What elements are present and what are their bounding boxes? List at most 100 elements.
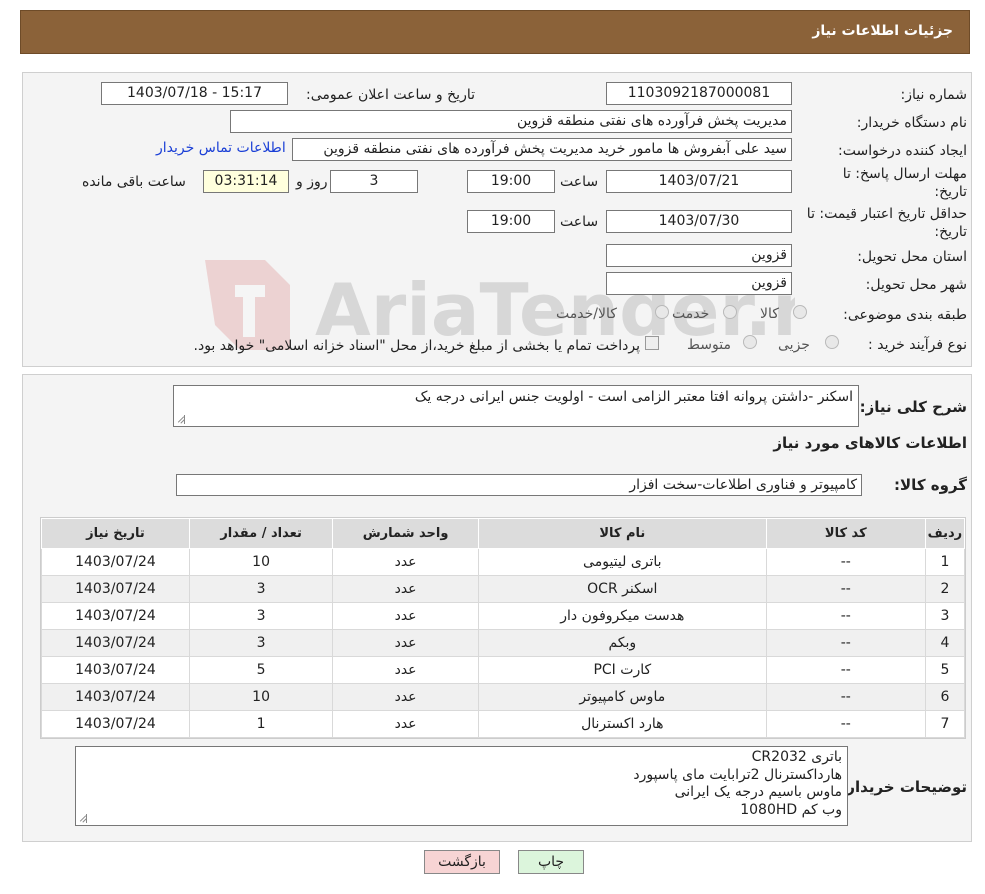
cell-unit: عدد — [332, 548, 479, 576]
province-field: قزوین — [606, 244, 792, 267]
items-table-container: ردیف کد کالا نام کالا واحد شمارش تعداد /… — [40, 517, 966, 739]
need-number-field: 1103092187000081 — [606, 82, 792, 105]
cell-quantity: 3 — [188, 629, 334, 657]
col-header-quantity[interactable]: تعداد / مقدار — [188, 518, 334, 549]
cell-row-number: 6 — [924, 683, 966, 711]
cell-code: -- — [765, 656, 926, 684]
table-row[interactable]: 2 -- اسکنر OCR عدد 3 1403/07/24 — [41, 575, 966, 603]
announce-field: 1403/07/18 - 15:17 — [101, 82, 288, 105]
category-radio-goods-service[interactable] — [655, 305, 669, 319]
cell-unit: عدد — [332, 602, 479, 630]
city-field: قزوین — [606, 272, 792, 295]
col-header-unit[interactable]: واحد شمارش — [332, 518, 479, 549]
goods-title: اطلاعات کالاهای مورد نیاز — [773, 434, 967, 452]
table-row[interactable]: 5 -- کارت PCI عدد 5 1403/07/24 — [41, 656, 966, 684]
contact-info-link[interactable]: اطلاعات تماس خریدار — [156, 140, 286, 156]
buyer-notes-label: توضیحات خریدار: — [840, 778, 967, 796]
category-label: طبقه بندی موضوعی: — [843, 307, 967, 323]
announce-label: تاریخ و ساعت اعلان عمومی: — [306, 87, 475, 103]
process-radio-medium[interactable] — [743, 335, 757, 349]
treasury-checkbox[interactable] — [645, 336, 659, 350]
cell-row-number: 1 — [924, 548, 966, 576]
table-row[interactable]: 6 -- ماوس کامپیوتر عدد 10 1403/07/24 — [41, 683, 966, 711]
buyer-org-label: نام دستگاه خریدار: — [856, 115, 967, 131]
cell-row-number: 7 — [924, 710, 966, 738]
deadline-date-field: 1403/07/21 — [606, 170, 792, 193]
category-radio-goods[interactable] — [793, 305, 807, 319]
buyer-note-line: وب کم 1080HD — [740, 801, 842, 818]
cell-quantity: 3 — [188, 602, 334, 630]
cell-name: ماوس کامپیوتر — [477, 683, 767, 711]
process-label: نوع فرآیند خرید : — [868, 337, 967, 353]
cell-code: -- — [765, 629, 926, 657]
province-label: استان محل تحویل: — [857, 249, 967, 265]
description-textarea[interactable]: اسکنر -داشتن پروانه افتا معتبر الزامی اس… — [173, 385, 859, 427]
validity-date-field: 1403/07/30 — [606, 210, 792, 233]
cell-name: باتری لیتیومی — [477, 548, 767, 576]
print-button[interactable]: چاپ — [518, 850, 584, 874]
cell-name: هارد اکسترنال — [477, 710, 767, 738]
cell-code: -- — [765, 602, 926, 630]
cell-unit: عدد — [332, 575, 479, 603]
goods-group-field: کامپیوتر و فناوری اطلاعات-سخت افزار — [176, 474, 862, 496]
buyer-notes-textarea[interactable]: باتری CR2032 هارداکسترنال 2ترابایت مای پ… — [75, 746, 848, 826]
cell-date: 1403/07/24 — [41, 683, 190, 711]
description-label: شرح کلی نیاز: — [859, 398, 967, 416]
cell-date: 1403/07/24 — [41, 602, 190, 630]
table-row[interactable]: 7 -- هارد اکسترنال عدد 1 1403/07/24 — [41, 710, 966, 738]
cell-name: اسکنر OCR — [477, 575, 767, 603]
table-row[interactable]: 3 -- هدست میکروفون دار عدد 3 1403/07/24 — [41, 602, 966, 630]
col-header-date[interactable]: تاریخ نیاز — [41, 518, 190, 549]
cell-unit: عدد — [332, 710, 479, 738]
cell-quantity: 5 — [188, 656, 334, 684]
cell-date: 1403/07/24 — [41, 656, 190, 684]
table-row[interactable]: 4 -- وبکم عدد 3 1403/07/24 — [41, 629, 966, 657]
cell-date: 1403/07/24 — [41, 575, 190, 603]
cell-unit: عدد — [332, 656, 479, 684]
cell-unit: عدد — [332, 629, 479, 657]
category-radio-service[interactable] — [723, 305, 737, 319]
cell-quantity: 10 — [188, 548, 334, 576]
resize-grip-icon[interactable] — [176, 415, 185, 424]
validity-label-date: تاریخ: — [934, 224, 967, 240]
col-header-row-number[interactable]: ردیف — [924, 518, 966, 549]
category-option-goods-service: کالا/خدمت — [556, 306, 617, 322]
cell-unit: عدد — [332, 683, 479, 711]
cell-date: 1403/07/24 — [41, 548, 190, 576]
remaining-time-field: 03:31:14 — [203, 170, 289, 193]
days-label: روز و — [296, 174, 328, 190]
deadline-label-date: تاریخ: — [934, 184, 967, 200]
validity-time-field: 19:00 — [467, 210, 555, 233]
page-title-bar: جزئیات اطلاعات نیاز — [20, 10, 970, 54]
back-button[interactable]: بازگشت — [424, 850, 500, 874]
category-option-service: خدمت — [672, 306, 710, 322]
remaining-label: ساعت باقی مانده — [82, 174, 186, 190]
validity-label: حداقل تاریخ اعتبار قیمت: تا — [806, 206, 967, 222]
table-row[interactable]: 1 -- باتری لیتیومی عدد 10 1403/07/24 — [41, 548, 966, 576]
cell-code: -- — [765, 710, 926, 738]
buyer-note-line: ماوس باسیم درجه یک ایرانی — [674, 784, 842, 800]
table-header-row: ردیف کد کالا نام کالا واحد شمارش تعداد /… — [41, 518, 966, 549]
buyer-note-line: باتری CR2032 — [751, 749, 842, 765]
category-option-goods: کالا — [760, 306, 779, 322]
creator-label: ایجاد کننده درخواست: — [838, 143, 967, 159]
cell-date: 1403/07/24 — [41, 710, 190, 738]
resize-grip-icon[interactable] — [78, 814, 87, 823]
col-header-code[interactable]: کد کالا — [765, 518, 926, 549]
need-number-label: شماره نیاز: — [900, 87, 968, 103]
cell-code: -- — [765, 575, 926, 603]
creator-field: سید علی آبفروش ها مامور خرید مدیریت پخش … — [292, 138, 792, 161]
process-radio-minor[interactable] — [825, 335, 839, 349]
items-table: ردیف کد کالا نام کالا واحد شمارش تعداد /… — [41, 518, 966, 738]
cell-quantity: 3 — [188, 575, 334, 603]
col-header-name[interactable]: نام کالا — [477, 518, 767, 549]
process-option-medium: متوسط — [687, 337, 731, 353]
cell-row-number: 3 — [924, 602, 966, 630]
cell-name: هدست میکروفون دار — [477, 602, 767, 630]
cell-name: وبکم — [477, 629, 767, 657]
process-option-minor: جزیی — [778, 337, 810, 353]
cell-row-number: 2 — [924, 575, 966, 603]
buyer-note-line: هارداکسترنال 2ترابایت مای پاسپورد — [633, 766, 842, 783]
page-title: جزئیات اطلاعات نیاز — [812, 23, 953, 39]
cell-row-number: 4 — [924, 629, 966, 657]
